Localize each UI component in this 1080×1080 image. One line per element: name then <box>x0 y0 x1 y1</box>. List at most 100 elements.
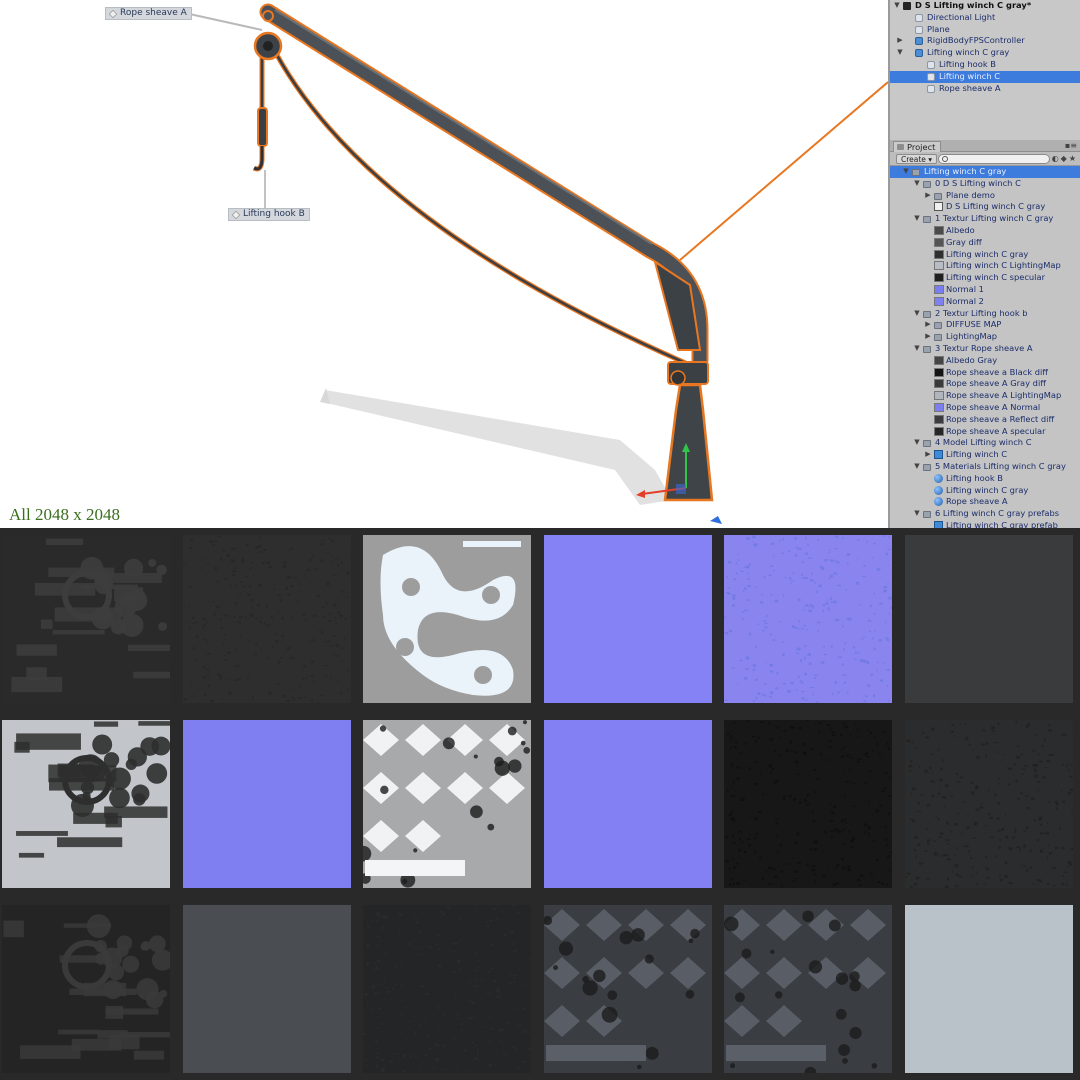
folder-icon <box>934 192 942 200</box>
project-item-label: 0 D S Lifting winch C <box>935 177 1021 188</box>
project-item[interactable]: ▼ 0 D S Lifting winch C <box>890 178 1080 190</box>
project-panel[interactable]: Project ▪≡ Create ▾ ◐◆★ ▼ Lifting winch C… <box>888 140 1080 528</box>
hierarchy-item[interactable]: Directional Light <box>890 12 1080 24</box>
texture-thumbnail[interactable] <box>182 535 351 703</box>
project-item[interactable]: Rope sheave A Normal <box>890 402 1080 414</box>
project-item[interactable]: Rope sheave A specular <box>890 426 1080 438</box>
chevron-right-icon[interactable]: ▶ <box>924 449 932 461</box>
project-item[interactable]: Rope sheave A LightingMap <box>890 390 1080 402</box>
project-item[interactable]: Lifting hook B <box>890 473 1080 485</box>
project-item[interactable]: ▼ 6 Lifting winch C gray prefabs <box>890 508 1080 520</box>
project-item-label: Lifting hook B <box>946 472 1003 483</box>
hierarchy-item[interactable]: Lifting hook B <box>890 59 1080 71</box>
hierarchy-item[interactable]: ▶ RigidBodyFPSController <box>890 35 1080 47</box>
chevron-down-icon[interactable]: ▼ <box>913 178 921 190</box>
project-item[interactable]: ▶ DIFFUSE MAP <box>890 319 1080 331</box>
texture-thumbnail[interactable] <box>363 720 532 888</box>
prefab-icon <box>934 520 943 528</box>
project-item-label: 1 Textur Lifting winch C gray <box>935 213 1054 224</box>
project-item[interactable]: Lifting winch C gray <box>890 249 1080 261</box>
gameobject-icon <box>915 13 923 22</box>
project-item[interactable]: ▼ 3 Textur Rope sheave A <box>890 343 1080 355</box>
project-tabbar: Project ▪≡ <box>890 140 1080 152</box>
chevron-down-icon[interactable]: ▼ <box>893 0 901 12</box>
project-item[interactable]: Lifting winch C specular <box>890 272 1080 284</box>
chevron-right-icon[interactable]: ▶ <box>896 35 904 47</box>
texture-thumbnail[interactable] <box>363 905 532 1073</box>
rope-sheave-label[interactable]: Rope sheave A <box>105 7 192 20</box>
project-item[interactable]: Gray diff <box>890 237 1080 249</box>
chevron-right-icon[interactable]: ▶ <box>924 331 932 343</box>
project-item-label: Normal 1 <box>946 283 984 294</box>
project-item[interactable]: Albedo Gray <box>890 355 1080 367</box>
texture-thumbnail[interactable] <box>543 535 712 703</box>
texture-thumbnail[interactable] <box>543 905 712 1073</box>
project-item[interactable]: Normal 1 <box>890 284 1080 296</box>
texture-thumbnail[interactable] <box>724 720 893 888</box>
filter-icon[interactable]: ◐◆★ <box>1052 154 1078 163</box>
texture-thumbnail[interactable] <box>2 535 170 703</box>
gameobject-icon <box>231 210 241 220</box>
lifting-hook-label[interactable]: Lifting hook B <box>228 208 310 221</box>
project-item[interactable]: ▼ 1 Textur Lifting winch C gray <box>890 213 1080 225</box>
project-item[interactable]: D S Lifting winch C gray <box>890 201 1080 213</box>
hierarchy-item[interactable]: Rope sheave A <box>890 83 1080 95</box>
texture-thumbnail[interactable] <box>363 535 532 703</box>
project-item-label: Rope sheave A Gray diff <box>946 378 1046 389</box>
scene-viewport[interactable]: Rope sheave A Lifting hook B <box>0 0 888 528</box>
texture-thumbnail[interactable] <box>905 720 1073 888</box>
chevron-down-icon[interactable]: ▼ <box>913 343 921 355</box>
hierarchy-panel[interactable]: ▼ D S Lifting winch C gray* Directional … <box>888 0 1080 140</box>
project-item[interactable]: Rope sheave A <box>890 496 1080 508</box>
project-item[interactable]: ▶ Lifting winch C <box>890 449 1080 461</box>
texture-thumbnail[interactable] <box>724 905 893 1073</box>
hierarchy-item[interactable]: Plane <box>890 24 1080 36</box>
gameobject-icon <box>927 72 935 81</box>
project-item[interactable]: ▼ 5 Materials Lifting winch C gray <box>890 461 1080 473</box>
hierarchy-tree: Directional Light Plane ▶ RigidBodyFPSContr… <box>890 12 1080 95</box>
create-button[interactable]: Create ▾ <box>896 154 938 164</box>
unity-scene-icon <box>934 202 943 212</box>
hierarchy-item[interactable]: ▼ Lifting winch C gray <box>890 47 1080 59</box>
project-item[interactable]: Lifting winch C gray <box>890 485 1080 497</box>
chevron-down-icon[interactable]: ▼ <box>913 308 921 320</box>
chevron-down-icon[interactable]: ▼ <box>913 508 921 520</box>
texture-thumbnail[interactable] <box>2 720 170 888</box>
hierarchy-scene-row[interactable]: ▼ D S Lifting winch C gray* <box>890 0 1080 12</box>
project-item[interactable]: ▶ LightingMap <box>890 331 1080 343</box>
search-input[interactable] <box>938 154 1050 164</box>
texture-thumbnail[interactable] <box>543 720 712 888</box>
project-item-label: Lifting winch C LightingMap <box>946 260 1061 271</box>
chevron-down-icon[interactable]: ▼ <box>913 461 921 473</box>
chevron-right-icon[interactable]: ▶ <box>924 190 932 202</box>
panel-menu-icon[interactable]: ▪≡ <box>1065 141 1077 150</box>
project-item[interactable]: ▼ Lifting winch C gray <box>890 166 1080 178</box>
texture-thumbnail[interactable] <box>905 905 1073 1073</box>
project-item[interactable]: Rope sheave a Black diff <box>890 367 1080 379</box>
tab-project[interactable]: Project <box>893 141 942 152</box>
texture-thumbnail[interactable] <box>182 720 351 888</box>
texture-thumbnail[interactable] <box>182 905 351 1073</box>
project-item-label: Albedo Gray <box>946 354 998 365</box>
chevron-down-icon[interactable]: ▼ <box>896 47 904 59</box>
project-item[interactable]: ▼ 4 Model Lifting winch C <box>890 437 1080 449</box>
texture-thumbnail[interactable] <box>2 905 170 1073</box>
texture-thumbnail[interactable] <box>905 535 1073 703</box>
chevron-right-icon[interactable]: ▶ <box>924 319 932 331</box>
hierarchy-item[interactable]: Lifting winch C <box>890 70 1080 83</box>
project-item[interactable]: ▼ 2 Textur Lifting hook b <box>890 308 1080 320</box>
winch-model-render[interactable] <box>0 0 888 528</box>
chevron-down-icon[interactable]: ▼ <box>902 166 910 178</box>
project-item[interactable]: Rope sheave a Reflect diff <box>890 414 1080 426</box>
project-item[interactable]: Rope sheave A Gray diff <box>890 378 1080 390</box>
project-item-label: Gray diff <box>946 236 982 247</box>
project-item[interactable]: Lifting winch C LightingMap <box>890 260 1080 272</box>
project-item[interactable]: Lifting winch C gray prefab <box>890 520 1080 528</box>
project-item[interactable]: ▶ Plane demo <box>890 190 1080 202</box>
chevron-down-icon[interactable]: ▼ <box>913 213 921 225</box>
project-item[interactable]: Albedo <box>890 225 1080 237</box>
project-item[interactable]: Normal 2 <box>890 296 1080 308</box>
project-item-label: Lifting winch C gray prefab <box>946 519 1058 528</box>
texture-thumbnail[interactable] <box>724 535 893 703</box>
chevron-down-icon[interactable]: ▼ <box>913 437 921 449</box>
